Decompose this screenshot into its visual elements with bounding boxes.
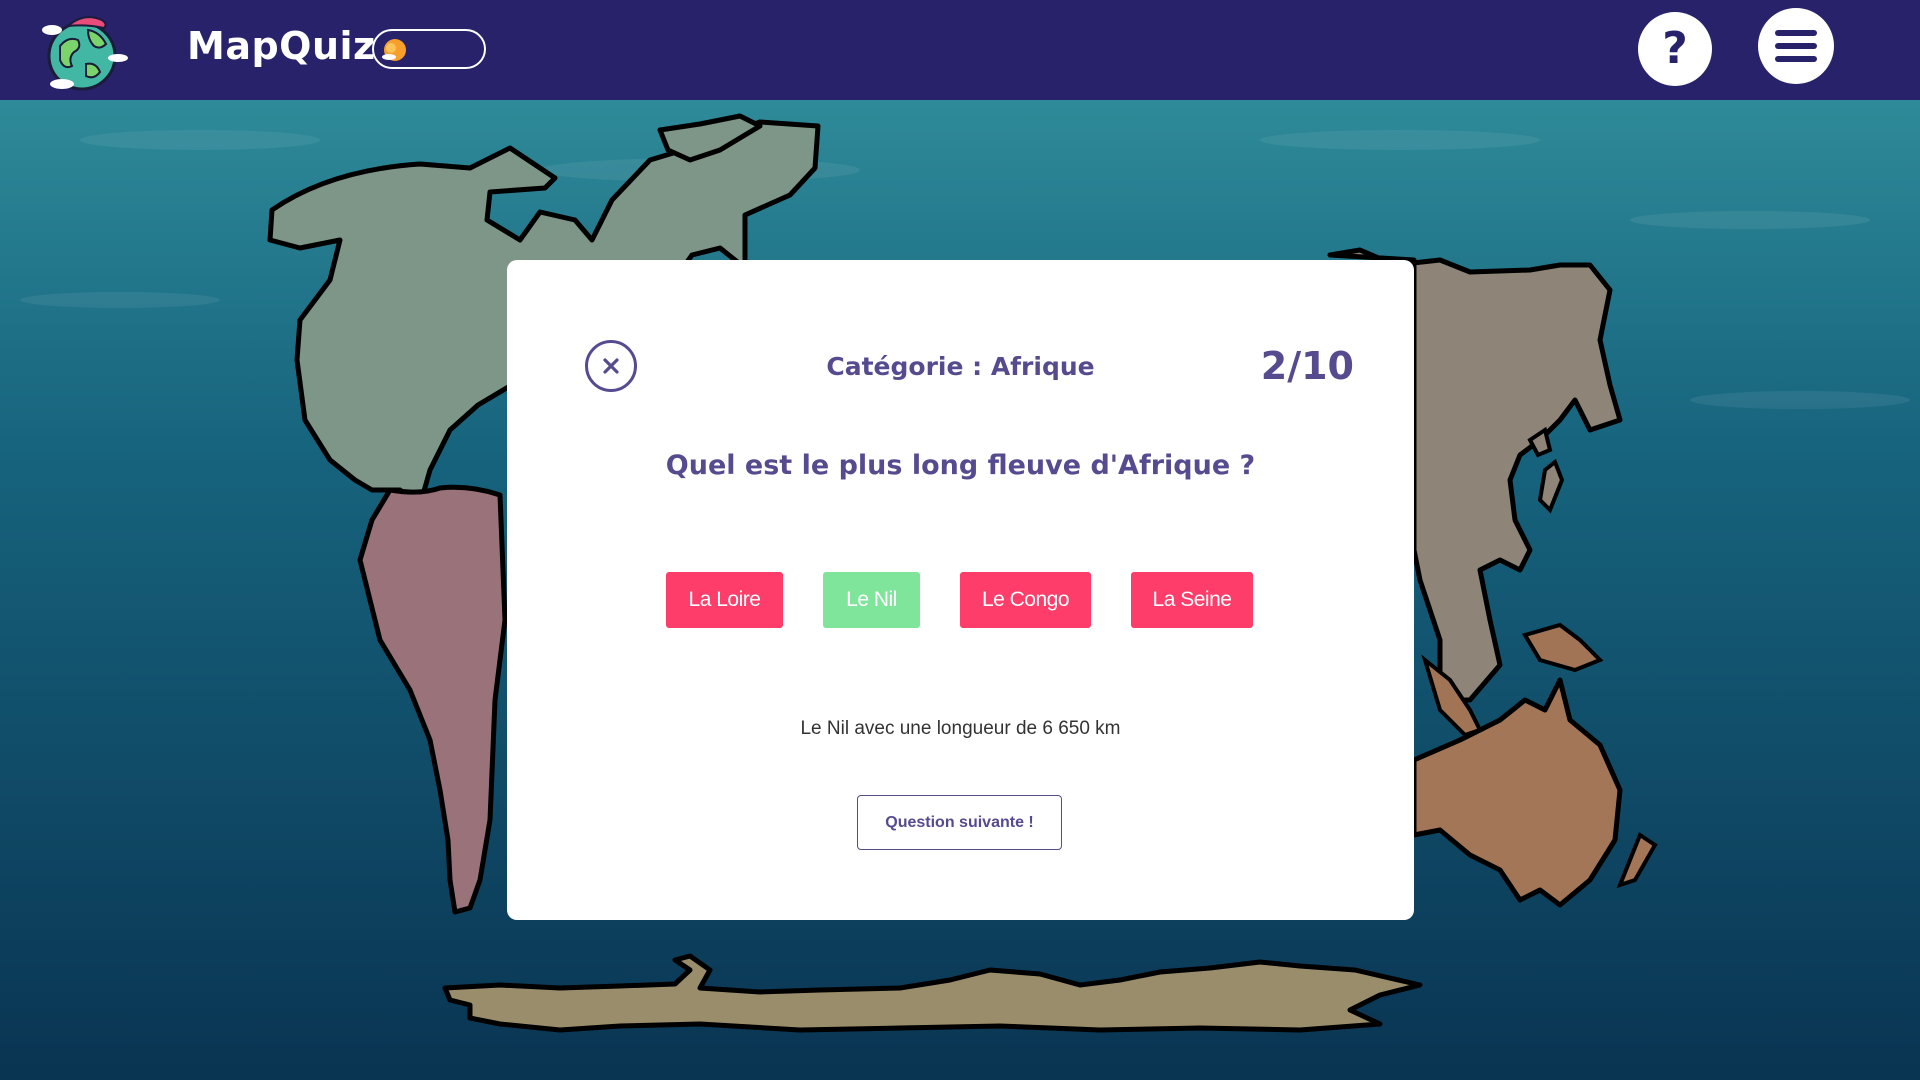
answer-button-nil[interactable]: Le Nil — [823, 572, 920, 628]
next-question-button[interactable]: Question suivante ! — [857, 795, 1062, 850]
help-button[interactable]: ? — [1638, 12, 1712, 86]
globe-logo-icon[interactable] — [38, 8, 130, 92]
top-navbar: MapQuiz ? — [0, 0, 1920, 100]
answer-options: La Loire Le Nil Le Congo La Seine — [507, 572, 1414, 628]
close-circle-icon — [603, 358, 619, 374]
answer-button-seine[interactable]: La Seine — [1131, 572, 1253, 628]
sun-icon — [380, 36, 408, 64]
theme-toggle[interactable] — [372, 29, 486, 69]
help-label: ? — [1662, 23, 1688, 74]
close-button[interactable] — [585, 340, 637, 392]
question-counter: 2/10 — [1260, 344, 1354, 388]
answer-button-loire[interactable]: La Loire — [666, 572, 783, 628]
app-title: MapQuiz — [187, 24, 376, 68]
answer-explanation: Le Nil avec une longueur de 6 650 km — [800, 718, 1121, 739]
menu-button[interactable] — [1758, 8, 1834, 84]
question-text: Quel est le plus long fleuve d'Afrique ? — [665, 450, 1256, 481]
quiz-modal: Catégorie : Afrique 2/10 Quel est le plu… — [507, 260, 1414, 920]
hamburger-menu-icon — [1775, 30, 1817, 62]
answer-button-congo[interactable]: Le Congo — [960, 572, 1091, 628]
quiz-category: Catégorie : Afrique — [826, 352, 1095, 381]
